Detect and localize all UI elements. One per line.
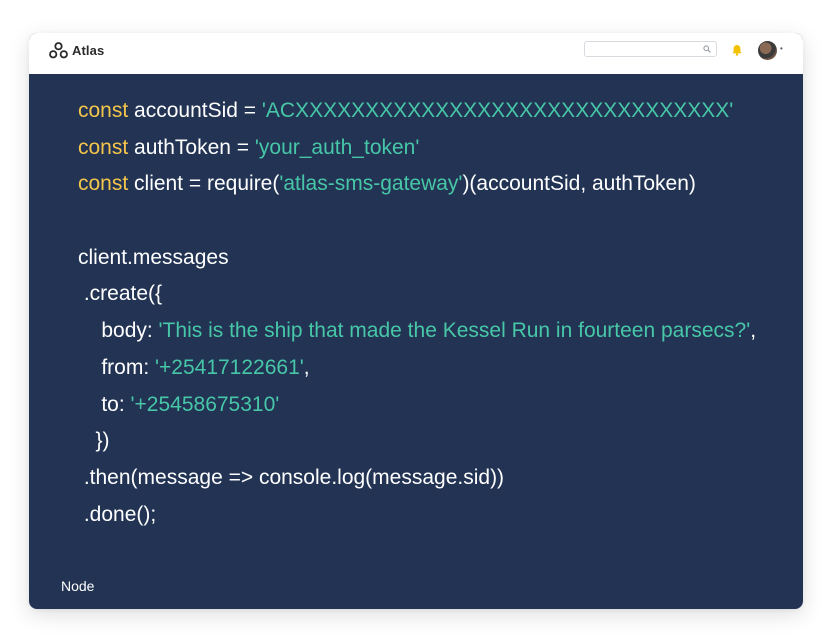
code-text: .done();: [78, 502, 157, 526]
code-text: client.messages: [78, 245, 229, 269]
code-line: const authToken = 'your_auth_token': [78, 130, 756, 167]
code-text: ,: [303, 355, 310, 379]
brand-name: Atlas: [72, 43, 105, 58]
code-text: from:: [78, 355, 156, 379]
language-tab[interactable]: Node: [61, 578, 94, 594]
code-string: 'ACXXXXXXXXXXXXXXXXXXXXXXXXXXXXXXX': [261, 99, 734, 122]
search-input[interactable]: [585, 45, 699, 60]
code-line: body: 'This is the ship that made the Ke…: [78, 313, 756, 350]
code-text: )(accountSid, authToken): [462, 172, 696, 196]
code-string: 'atlas-sms-gateway': [279, 172, 463, 196]
code-line: .done();: [78, 497, 756, 534]
brand[interactable]: Atlas: [49, 42, 104, 59]
code-line: .then(message => console.log(message.sid…: [78, 460, 756, 497]
code-text: .create({: [78, 282, 163, 306]
code-string: '+25417122661': [155, 355, 304, 379]
code-text: client = require(: [128, 172, 280, 196]
code-string: '+25458675310': [130, 392, 280, 416]
code-text: to:: [78, 392, 131, 416]
code-text: body:: [78, 319, 159, 343]
code-keyword: const: [78, 99, 129, 122]
code-text: ,: [750, 319, 757, 343]
code-line: to: '+25458675310': [78, 387, 756, 424]
code-line: from: '+25417122661',: [78, 350, 756, 387]
code-line: client.messages: [78, 240, 756, 277]
avatar[interactable]: [758, 41, 777, 60]
code-line: const accountSid = 'ACXXXXXXXXXXXXXXXXXX…: [78, 93, 756, 130]
code-keyword: const: [78, 135, 129, 159]
code-block: const accountSid = 'ACXXXXXXXXXXXXXXXXXX…: [78, 93, 756, 533]
code-text: }): [78, 429, 110, 453]
chevron-down-icon[interactable]: •: [780, 44, 783, 53]
atlas-logo-icon: [49, 42, 68, 59]
search-icon[interactable]: [703, 45, 711, 53]
code-text: .then(message => console.log(message.sid…: [78, 465, 505, 489]
code-text: accountSid =: [128, 99, 262, 122]
code-line: }): [78, 423, 756, 460]
code-sample-card: Atlas • const accountSid = 'ACXXXXXXXXXX…: [29, 33, 803, 609]
bell-icon[interactable]: [731, 44, 743, 56]
code-line: const client = require('atlas-sms-gatewa…: [78, 166, 756, 203]
code-line: .create({: [78, 276, 756, 313]
code-text: authToken =: [128, 135, 255, 159]
top-navigation-bar: Atlas •: [29, 33, 803, 74]
language-tabs: Node: [29, 565, 803, 609]
code-keyword: const: [78, 172, 129, 196]
code-string: 'This is the ship that made the Kessel R…: [158, 319, 751, 343]
search-box[interactable]: [584, 41, 717, 60]
code-string: 'your_auth_token': [254, 135, 420, 159]
